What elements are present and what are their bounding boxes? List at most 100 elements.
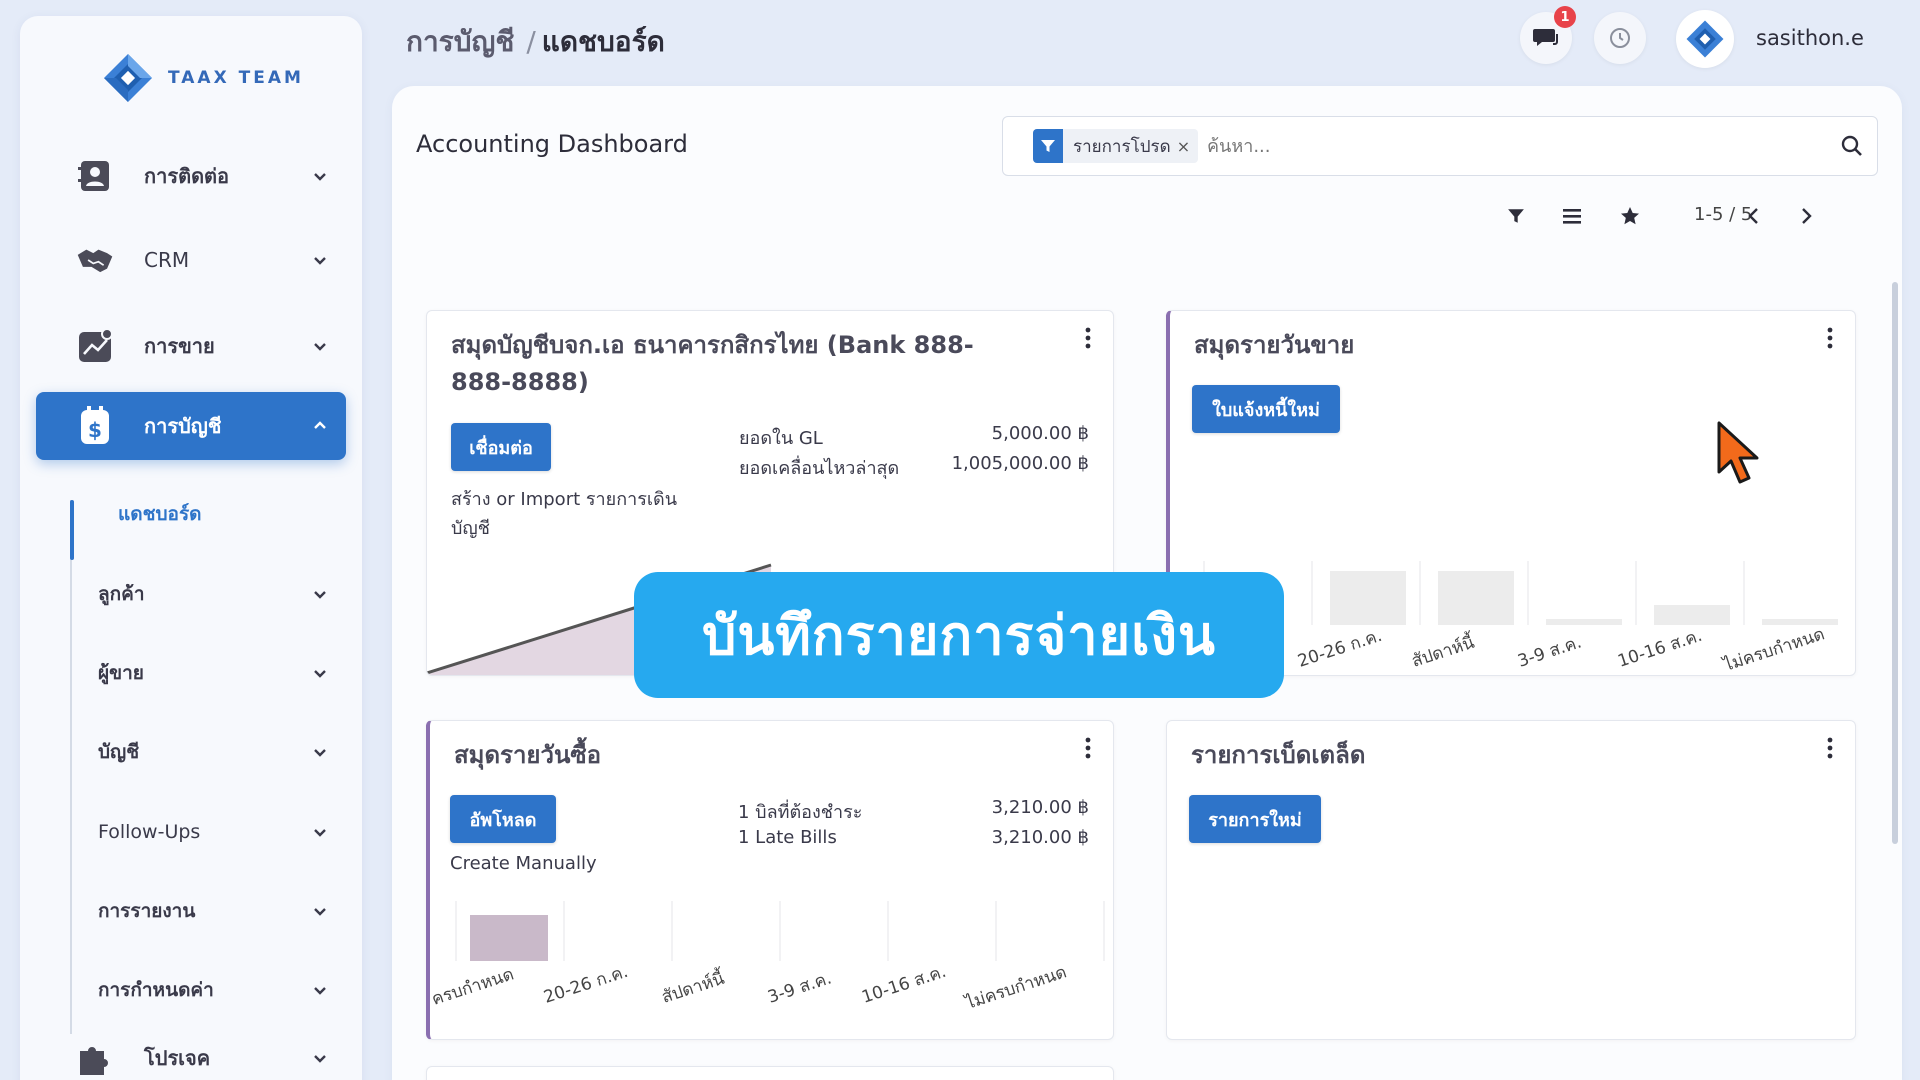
sales-bar	[1438, 571, 1514, 625]
chevron-down-icon	[314, 343, 326, 351]
chevron-down-icon	[314, 829, 326, 837]
bills-to-pay-value: 3,210.00 ฿	[991, 797, 1089, 818]
card-title[interactable]: สมุดบัญชีบจก.เอ ธนาคารกสิกรไทย (Bank 888…	[451, 327, 1011, 401]
card-title[interactable]: สมุดรายวันซื้อ	[454, 737, 601, 774]
new-invoice-button[interactable]: ใบแจ้งหนี้ใหม่	[1192, 385, 1340, 433]
brand-name: TAAX TEAM	[168, 68, 304, 88]
kebab-menu-icon[interactable]	[1085, 737, 1091, 759]
sidebar-subitem-label: การกำหนดค่า	[98, 979, 214, 1001]
filter-icon	[1033, 129, 1063, 163]
page-title: Accounting Dashboard	[416, 130, 688, 158]
caption-banner: บันทึกรายการจ่ายเงิน	[634, 572, 1284, 698]
sidebar-subitem-label: ผู้ขาย	[98, 662, 144, 684]
sales-bar	[1654, 605, 1730, 625]
sidebar-subitem-reporting[interactable]: การรายงาน	[78, 883, 346, 939]
bills-to-pay-label[interactable]: 1 บิลที่ต้องชำระ	[738, 797, 862, 826]
sidebar-subitem-accounts[interactable]: บัญชี	[78, 724, 346, 780]
late-bills-label[interactable]: 1 Late Bills	[738, 827, 837, 848]
next-journal-card	[426, 1066, 1114, 1080]
breadcrumb-parent[interactable]: การบัญชี	[406, 25, 514, 58]
chevron-left-icon	[1748, 208, 1758, 224]
sidebar-subitem-configuration[interactable]: การกำหนดค่า	[78, 962, 346, 1018]
axis-label: ไม่ครบกำหนด	[961, 961, 1069, 1014]
chevron-up-icon	[314, 421, 326, 429]
group-by-button[interactable]	[1560, 204, 1584, 228]
card-title[interactable]: รายการเบ็ดเตล็ด	[1191, 737, 1365, 774]
activity-button[interactable]	[1594, 12, 1646, 64]
chevron-down-icon	[314, 1055, 326, 1063]
search-input[interactable]	[1207, 129, 1807, 163]
chat-bubble-icon	[1533, 29, 1558, 46]
contact-card-icon	[76, 157, 114, 195]
gl-balance-value: 5,000.00 ฿	[991, 423, 1089, 444]
chevron-down-icon	[314, 591, 326, 599]
avatar[interactable]	[1676, 10, 1734, 68]
pager-prev-button[interactable]	[1742, 204, 1766, 228]
miscellaneous-journal-card: รายการเบ็ดเตล็ด รายการใหม่	[1166, 720, 1856, 1040]
sidebar-subitem-label: Follow-Ups	[98, 821, 201, 843]
create-manually-link[interactable]: Create Manually	[450, 849, 597, 878]
facet-label: รายการโปรด	[1073, 136, 1171, 157]
sidebar-subitem-vendors[interactable]: ผู้ขาย	[78, 645, 346, 701]
upload-bill-button[interactable]: อัพโหลด	[450, 795, 556, 843]
chat-button[interactable]: 1	[1520, 6, 1576, 64]
pager-next-button[interactable]	[1794, 204, 1818, 228]
sidebar-item-crm[interactable]: CRM	[36, 226, 346, 294]
kebab-menu-icon[interactable]	[1827, 327, 1833, 349]
username[interactable]: sasithon.e	[1756, 26, 1864, 50]
sidebar-item-projects[interactable]: โปรเจค	[36, 1024, 346, 1080]
sidebar-item-contacts[interactable]: การติดต่อ	[36, 142, 346, 210]
facet-remove-button[interactable]: ×	[1177, 137, 1198, 156]
sidebar-subitem-label: การรายงาน	[98, 900, 196, 922]
sidebar-item-label: CRM	[144, 248, 190, 272]
sales-bar	[1762, 619, 1838, 625]
last-statement-label: ยอดเคลื่อนไหวล่าสุด	[739, 458, 900, 479]
sidebar-item-accounting[interactable]: $ การบัญชี	[36, 392, 346, 460]
chevron-right-icon	[1802, 208, 1812, 224]
chevron-down-icon	[314, 670, 326, 678]
axis-label: 10-16 ส.ค.	[859, 962, 948, 1008]
sidebar: TAAX TEAM การติดต่อ CRM การขาย $ การบัญช…	[20, 16, 362, 1080]
chevron-down-icon	[314, 173, 326, 181]
axis-label: ไม่ครบกำหนด	[1719, 623, 1827, 676]
axis-label: 3-9 ส.ค.	[1515, 632, 1584, 671]
scrollbar[interactable]	[1892, 282, 1898, 844]
chevron-down-icon	[314, 987, 326, 995]
sidebar-item-sales[interactable]: การขาย	[36, 312, 346, 380]
import-statement-link[interactable]: สร้าง or Import รายการเดินบัญชี	[451, 485, 711, 543]
axis-label: สัปดาห์นี้	[658, 966, 727, 1008]
filter-icon	[1508, 209, 1524, 223]
gl-balance-label: ยอดใน GL	[739, 428, 823, 449]
sidebar-item-label: การติดต่อ	[144, 164, 230, 188]
clock-icon	[1610, 28, 1630, 48]
breadcrumb-current: แดชบอร์ด	[541, 25, 665, 58]
mouse-cursor-icon	[1717, 421, 1759, 484]
filter-toggle-button[interactable]	[1504, 204, 1528, 228]
search-facet[interactable]: รายการโปรด ×	[1033, 129, 1199, 163]
sidebar-subitem-customers[interactable]: ลูกค้า	[78, 566, 346, 622]
late-bills-value: 3,210.00 ฿	[991, 827, 1089, 848]
axis-label: 10-16 ส.ค.	[1615, 626, 1704, 672]
favorites-button[interactable]	[1618, 204, 1642, 228]
search-icon[interactable]	[1841, 135, 1863, 157]
purchase-bar	[470, 915, 548, 961]
sales-bar	[1546, 619, 1622, 625]
axis-label: 20-26 ก.ค.	[541, 962, 630, 1008]
sidebar-subitem-follow-ups[interactable]: Follow-Ups	[78, 804, 346, 860]
avatar-logo-icon	[1686, 20, 1724, 58]
kebab-menu-icon[interactable]	[1085, 327, 1091, 349]
new-entry-button[interactable]: รายการใหม่	[1189, 795, 1321, 843]
connect-bank-button[interactable]: เชื่อมต่อ	[451, 423, 551, 471]
chevron-down-icon	[314, 749, 326, 757]
sidebar-item-label: โปรเจค	[144, 1046, 211, 1070]
brand-logo[interactable]: TAAX TEAM	[102, 52, 304, 104]
card-title[interactable]: สมุดรายวันขาย	[1194, 327, 1354, 364]
star-icon	[1621, 207, 1639, 225]
chevron-down-icon	[314, 257, 326, 265]
puzzle-icon	[76, 1039, 114, 1077]
sidebar-subitem-dashboard[interactable]: แดชบอร์ด	[98, 486, 366, 542]
sidebar-item-label: การบัญชี	[144, 414, 222, 438]
kebab-menu-icon[interactable]	[1827, 737, 1833, 759]
axis-label: สัปดาห์นี้	[1408, 630, 1477, 672]
sidebar-subitem-label: บัญชี	[98, 741, 140, 763]
